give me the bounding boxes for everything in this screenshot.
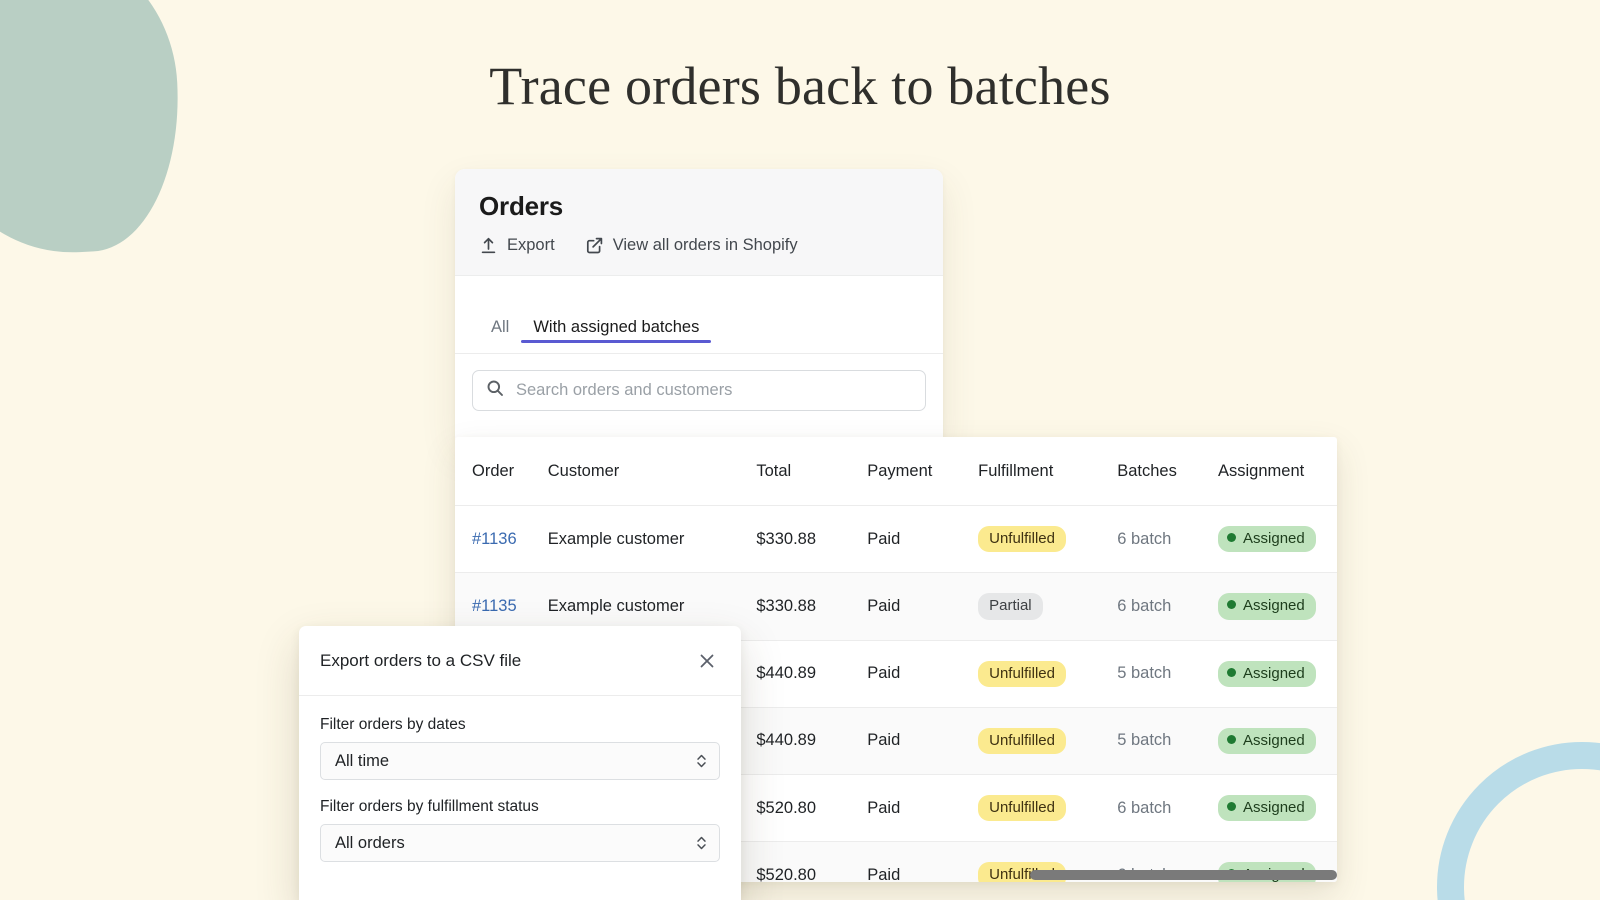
cell-batches: 5 batch [1117, 731, 1172, 750]
filter-by-dates-select[interactable]: All time [320, 742, 720, 780]
status-dot-icon [1227, 600, 1237, 610]
search-input[interactable]: Search orders and customers [472, 370, 926, 411]
orders-heading: Orders [479, 191, 564, 221]
filter-by-dates-value: All time [335, 751, 390, 770]
chevron-updown-icon [696, 835, 707, 852]
column-header-payment[interactable]: Payment [867, 437, 979, 506]
orders-action-bar: Export View all orders in Shopify [479, 236, 919, 255]
cell-customer: Example customer [547, 505, 757, 574]
search-placeholder: Search orders and customers [516, 381, 733, 399]
tab-with-assigned-batches[interactable]: With assigned batches [521, 318, 712, 354]
orders-tabs: All With assigned batches [455, 276, 943, 354]
order-link[interactable]: #1136 [472, 530, 517, 548]
assignment-status-badge: Assigned [1218, 795, 1316, 822]
export-modal-body: Filter orders by dates All time Filter o… [299, 696, 741, 862]
cell-payment: Paid [867, 572, 979, 641]
status-dot-icon [1227, 667, 1237, 677]
orders-table-head: Order Customer Total Payment Fulfillment… [455, 437, 1337, 506]
column-header-total[interactable]: Total [756, 437, 868, 506]
cell-payment: Paid [867, 505, 979, 574]
status-dot-icon [1227, 734, 1237, 744]
filter-by-dates-label: Filter orders by dates [320, 716, 466, 733]
export-button-label: Export [507, 236, 555, 254]
search-area: Search orders and customers [455, 354, 943, 425]
cell-total: $440.89 [756, 707, 868, 776]
status-dot-icon [1227, 533, 1237, 542]
cell-payment: Paid [867, 640, 979, 708]
search-icon [486, 379, 504, 402]
export-modal-title: Export orders to a CSV file [320, 651, 522, 670]
assignment-status-badge: Assigned [1218, 593, 1316, 620]
cell-batches: 6 batch [1117, 529, 1172, 548]
cell-payment: Paid [867, 774, 979, 843]
fulfillment-status-badge: Unfulfilled [978, 727, 1066, 754]
horizontal-scrollbar-thumb[interactable] [1030, 870, 1337, 880]
fulfillment-status-badge: Unfulfilled [978, 526, 1066, 553]
tab-all[interactable]: All [479, 318, 521, 354]
column-header-order[interactable]: Order [455, 437, 548, 506]
external-link-icon [585, 236, 604, 255]
decorative-green-blob [0, 0, 186, 260]
cell-total: $330.88 [756, 505, 868, 574]
filter-by-fulfillment-status-value: All orders [335, 833, 405, 852]
orders-card: Orders Export View all orders in Shopify… [455, 169, 943, 439]
upload-icon [479, 236, 498, 255]
export-orders-modal: Export orders to a CSV file Filter order… [299, 626, 741, 900]
column-header-batches[interactable]: Batches [1117, 437, 1219, 506]
close-icon[interactable] [694, 648, 720, 674]
column-header-customer[interactable]: Customer [547, 437, 757, 506]
orders-card-header: Orders Export View all orders in Shopify [455, 169, 943, 276]
assignment-status-badge: Assigned [1218, 526, 1316, 553]
cell-batches: 5 batch [1117, 664, 1172, 683]
cell-payment: Paid [867, 707, 979, 776]
column-header-fulfillment[interactable]: Fulfillment [978, 437, 1118, 506]
cell-total: $440.89 [756, 640, 868, 708]
column-header-assignment[interactable]: Assignment [1218, 437, 1337, 506]
view-all-orders-label: View all orders in Shopify [612, 236, 798, 254]
export-button[interactable]: Export [479, 236, 555, 255]
cell-total: $520.80 [756, 774, 868, 843]
decorative-blue-ring [1437, 742, 1600, 900]
cell-batches: 6 batch [1117, 798, 1172, 817]
cell-batches: 6 batch [1117, 596, 1172, 615]
table-header-row: Order Customer Total Payment Fulfillment… [455, 437, 1337, 506]
assignment-status-badge: Assigned [1218, 727, 1316, 754]
export-modal-header: Export orders to a CSV file [299, 626, 741, 696]
fulfillment-status-badge: Partial [978, 593, 1043, 620]
table-row[interactable]: #1136 Example customer $330.88 Paid Unfulfil… [455, 505, 1337, 574]
assignment-status-badge: Assigned [1218, 660, 1316, 687]
filter-by-fulfillment-status-label: Filter orders by fulfillment status [320, 798, 539, 815]
fulfillment-status-badge: Unfulfilled [978, 795, 1066, 822]
order-link[interactable]: #1135 [472, 597, 517, 615]
filter-by-fulfillment-status-select[interactable]: All orders [320, 824, 720, 862]
chevron-updown-icon [696, 753, 707, 770]
page-title: Trace orders back to batches [489, 56, 1111, 116]
fulfillment-status-badge: Unfulfilled [978, 660, 1066, 687]
cell-total: $330.88 [756, 572, 868, 641]
status-dot-icon [1227, 802, 1237, 811]
view-all-orders-in-shopify-link[interactable]: View all orders in Shopify [585, 236, 798, 255]
